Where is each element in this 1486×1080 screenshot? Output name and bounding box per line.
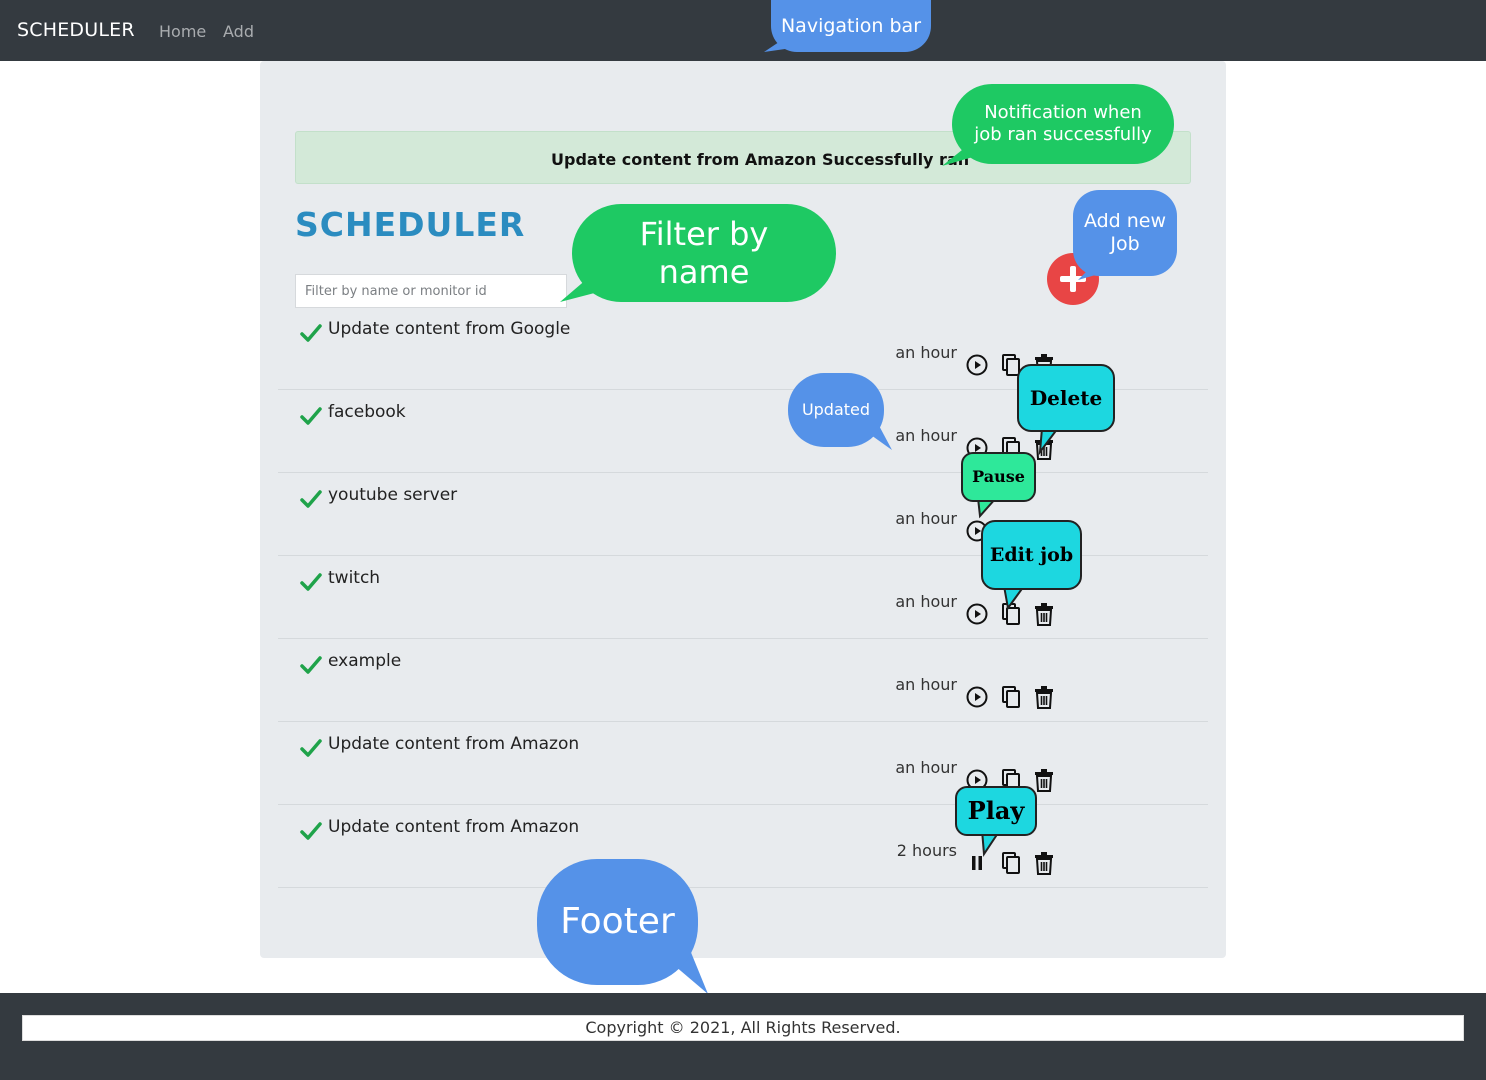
annotation-footer: Footer	[537, 859, 698, 985]
job-last-run: an hour	[895, 758, 957, 777]
check-icon	[300, 739, 322, 757]
job-last-run: 2 hours	[896, 841, 957, 860]
job-row: example an hour	[278, 639, 1208, 722]
annotation-navigation-bar: Navigation bar	[771, 0, 931, 52]
job-name: Update content from Amazon	[328, 817, 580, 837]
job-last-run: an hour	[895, 675, 957, 694]
copy-icon[interactable]	[999, 685, 1023, 709]
annotation-updated: Updated	[788, 373, 884, 447]
annotation-text: Play	[967, 795, 1025, 825]
annotation-play: Play	[955, 786, 1037, 836]
annotation-text: job ran successfully	[974, 124, 1152, 145]
annotation-text: Edit job	[989, 543, 1074, 566]
trash-icon[interactable]	[1032, 851, 1056, 875]
page-title: SCHEDULER	[295, 205, 526, 244]
check-icon	[300, 407, 322, 425]
annotation-filter: Filter by name	[572, 204, 836, 302]
job-name: twitch	[328, 568, 381, 588]
annotation-text: Filter by	[639, 214, 769, 253]
alert-text: Update content from Amazon Successfully …	[551, 150, 970, 169]
trash-icon[interactable]	[1032, 685, 1056, 709]
check-icon	[300, 490, 322, 508]
navbar-brand[interactable]: SCHEDULER	[17, 19, 135, 41]
pause-icon[interactable]	[965, 851, 989, 875]
annotation-text: Footer	[560, 901, 675, 943]
footer-copyright: Copyright © 2021, All Rights Reserved.	[585, 1018, 901, 1037]
job-name: youtube server	[328, 485, 458, 505]
check-icon	[300, 822, 322, 840]
annotation-edit-job: Edit job	[981, 520, 1082, 590]
play-circle-icon[interactable]	[965, 353, 989, 377]
filter-input[interactable]	[295, 274, 567, 308]
trash-icon[interactable]	[1032, 768, 1056, 792]
trash-icon[interactable]	[1032, 436, 1056, 460]
annotation-text: Pause	[972, 467, 1025, 487]
copy-icon[interactable]	[999, 602, 1023, 626]
job-last-run: an hour	[895, 343, 957, 362]
job-last-run: an hour	[895, 509, 957, 528]
annotation-text: Add new	[1083, 210, 1167, 233]
job-row: Update content from Amazon an hour	[278, 722, 1208, 805]
annotation-text: Updated	[801, 400, 871, 420]
annotation-notification: Notification when job ran successfully	[952, 84, 1174, 164]
play-circle-icon[interactable]	[965, 685, 989, 709]
trash-icon[interactable]	[1032, 602, 1056, 626]
nav-link-add[interactable]: Add	[223, 22, 254, 41]
nav-link-home[interactable]: Home	[159, 22, 206, 41]
job-name: Update content from Google	[328, 319, 571, 339]
check-icon	[300, 324, 322, 342]
annotation-text: name	[658, 253, 750, 291]
navigation-bar: SCHEDULER Home Add	[0, 0, 1486, 61]
job-name: example	[328, 651, 402, 671]
annotation-pause: Pause	[961, 452, 1036, 502]
job-name: facebook	[328, 402, 406, 422]
copy-icon[interactable]	[999, 851, 1023, 875]
annotation-delete: Delete	[1017, 364, 1115, 432]
annotation-text: Delete	[1029, 386, 1103, 410]
check-icon	[300, 656, 322, 674]
annotation-text: Job	[1110, 233, 1140, 255]
annotation-text: Notification when	[984, 102, 1142, 124]
job-name: Update content from Amazon	[328, 734, 580, 754]
play-circle-icon[interactable]	[965, 602, 989, 626]
annotation-text: Navigation bar	[780, 14, 922, 37]
annotation-add-job: Add new Job	[1073, 190, 1177, 276]
job-last-run: an hour	[895, 592, 957, 611]
check-icon	[300, 573, 322, 591]
job-row: Update content from Amazon 2 hours	[278, 805, 1208, 888]
